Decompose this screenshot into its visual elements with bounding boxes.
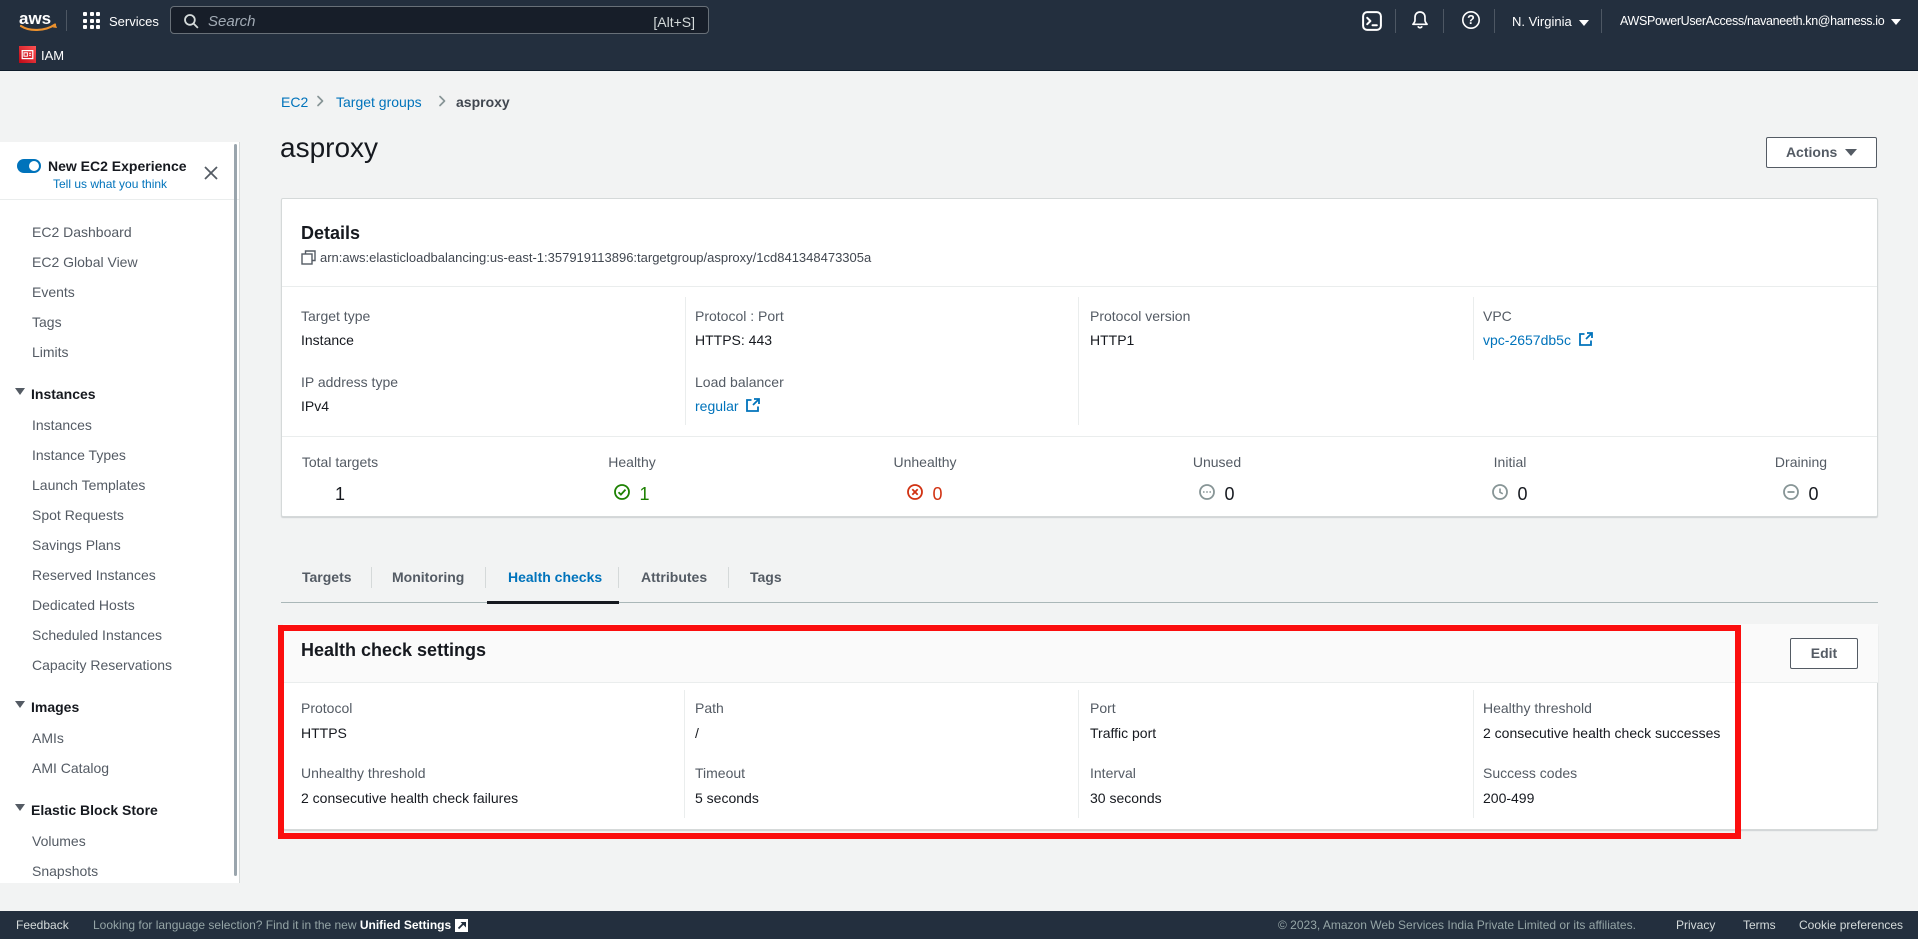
svg-text:?: ?: [1467, 13, 1475, 27]
svg-text:aws: aws: [19, 9, 51, 28]
